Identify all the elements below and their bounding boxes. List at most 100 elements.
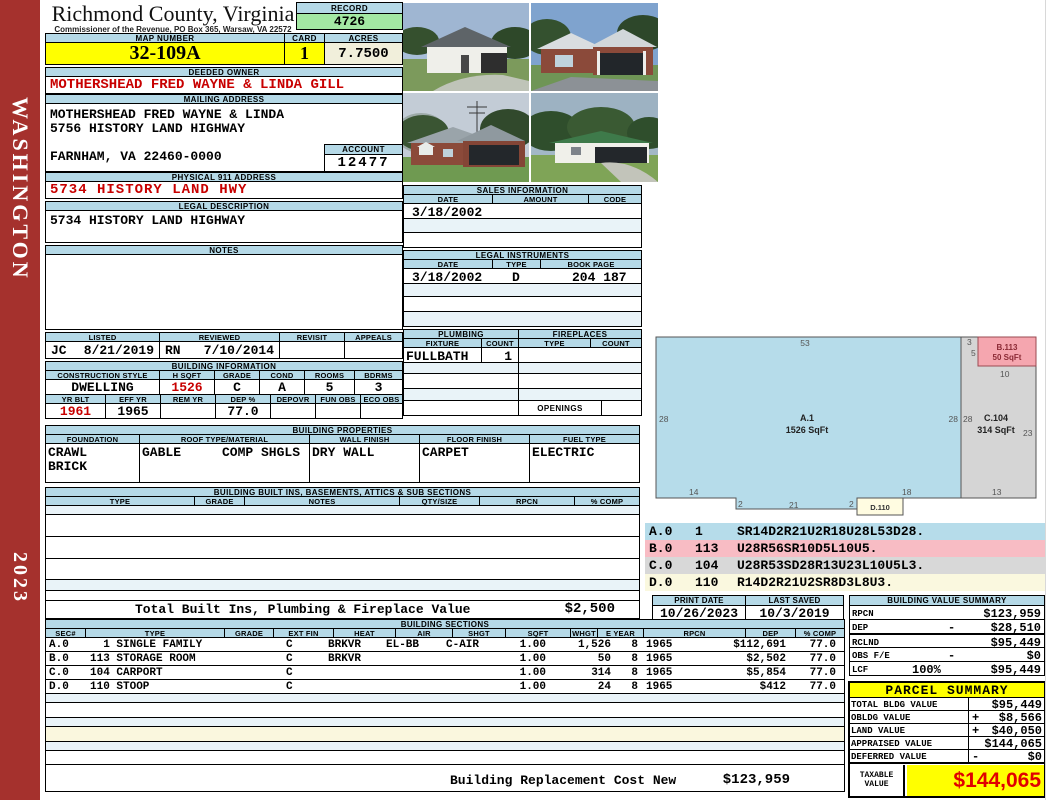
built-ins-total-label: Total Built Ins, Plumbing & Fireplace Va… [135,602,471,617]
sketch-string-num: 104 [695,558,719,573]
sec-cell: C [286,653,293,665]
legal-description-value: 5734 HISTORY LAND HIGHWAY [50,213,246,228]
parcel-row-land: LAND VALUE + $40,050 [850,724,1044,738]
sec-cell: 100% [841,639,844,651]
bvs-row-dep: DEP - $28,510 [849,619,1045,634]
sec-cell: C.0 [49,667,69,679]
sketch-b-label: B.113 [997,343,1018,352]
sections-empty-row [45,750,845,765]
parcel-op: + [972,711,980,725]
county-title: Richmond County, Virginia [51,1,295,26]
parcel-label: OBLDG VALUE [851,713,911,723]
parcel-summary-title: PARCEL SUMMARY [850,683,1044,698]
sketch-c-sqft: 314 SqFt [977,425,1015,435]
property-record-card: WASHINGTON 2023 Richmond County, Virgini… [0,0,1050,800]
parcel-row-obldg: OBLDG VALUE + $8,566 [850,711,1044,725]
parcel-label: LAND VALUE [851,726,906,736]
foundation-line-2: BRICK [48,459,88,474]
sketch-c-label: C.104 [984,413,1008,423]
sidebar-year-label: 2023 [9,552,31,604]
listed-by: JC [51,342,67,358]
sketch-string-num: 113 [695,541,719,556]
listed-value: JC 8/21/2019 [45,341,160,359]
built-ins-empty-row [45,558,640,580]
dim-28-left: 28 [659,414,669,424]
wall-finish-value: DRY WALL [312,445,375,460]
sec-cell: 1965 [646,681,673,693]
bdrms-value: 3 [354,379,403,395]
photo-grid [403,3,658,182]
roof-material-value: COMP SHGLS [222,445,301,460]
sec-cell: 8 [631,639,638,651]
openings-label-cell: OPENINGS [518,400,602,416]
sketch-string-row-a: A.0 1 SR14D2R21U2R18U28L53D28. [645,523,1045,540]
sec-cell: 100% [841,667,844,679]
plumbing-count-cell: 1 [481,347,519,363]
parcel-label: TOTAL BLDG VALUE [851,700,938,710]
hsqft-value: 1526 [159,379,215,395]
sec-cell: 104 CARPORT [90,667,163,679]
dim-53: 53 [800,338,810,348]
reviewed-value: RN 7/10/2014 [159,341,280,359]
section-row: C.0 104 CARPORT C 1.00 314 8 1965 $5,854… [45,665,845,680]
instrument-row: 3/18/2002 D 204 187 [403,268,642,284]
reviewed-date: 7/10/2014 [203,342,274,358]
page-edge-line [1045,0,1046,800]
sec-cell: 1965 [646,667,673,679]
parcel-row-deferred: DEFERRED VALUE - $0 [850,750,1044,764]
instr-date-value: 3/18/2002 [412,270,483,284]
taxable-label-line1: TAXABLE [859,771,894,780]
card-value: 1 [284,42,325,65]
parcel-value: $8,566 [998,711,1042,725]
plumbing-empty-row [403,373,519,389]
parcel-value: $40,050 [991,724,1042,738]
acres-value: 7.7500 [324,42,403,65]
sec-cell: 77.0 [809,681,836,693]
record-value: 4726 [296,13,403,30]
sec-cell: 314 [591,667,611,679]
bvs-pct: 100% [912,663,941,676]
mailing-line-2: 5756 HISTORY LAND HIGHWAY [50,121,246,136]
fixture-value: FULLBATH [406,349,469,363]
bvs-row-obs: OBS F/E - $0 [849,647,1045,662]
sketch-b-sqft: 50 SqFt [993,353,1022,362]
instr-empty-row [403,311,642,327]
sketch-string-num: 110 [695,575,719,590]
building-sketch: 53 28 28 28 3 5 10 23 13 14 2 21 2 18 A.… [655,336,1037,516]
bvs-value: $95,449 [990,663,1041,676]
parcel-label: DEFERRED VALUE [851,752,927,762]
dim-28-a-right: 28 [949,414,959,424]
sec-cell: 1,526 [577,639,611,651]
sec-cell: 50 [597,653,611,665]
parcel-row-appraised: APPRAISED VALUE $144,065 [850,737,1044,751]
sections-empty-row [45,702,845,718]
parcel-label: APPRAISED VALUE [851,739,933,749]
sketch-d-label: D.110 [870,503,890,512]
remyr-value [160,403,216,419]
fireplace-empty-row [518,373,642,389]
sec-cell: EL-BB [386,639,420,651]
property-photo-3 [403,93,529,182]
sec-cell: 1.00 [519,653,546,665]
sketch-string-path: SR14D2R21U2R18U28L53D28. [737,524,925,539]
sec-cell: C [286,667,293,679]
sections-empty-row [45,726,845,742]
sketch-a-label: A.1 [800,413,814,423]
bvs-row-rclnd: RCLND $95,449 [849,633,1045,648]
sec-cell: BRKVR [328,653,362,665]
cond-value: A [259,379,305,395]
parcel-op: + [972,724,980,738]
dim-2b: 2 [849,499,854,509]
sec-cell: 1.00 [519,667,546,679]
listed-date: 8/21/2019 [83,342,154,358]
sketch-string-path: R14D2R21U2SR8D3L8U3. [737,575,894,590]
sketch-string-sec: D.0 [649,575,673,590]
instr-empty-row [403,283,642,297]
map-number-value: 32-109A [45,42,285,65]
dim-3: 3 [967,337,972,347]
property-photo-2 [531,3,658,91]
ecoobs-value [360,403,403,419]
sketch-string-sec: C.0 [649,558,673,573]
taxable-label-cell: TAXABLE VALUE [850,765,905,796]
foundation-line-1: CRAWL [48,445,88,460]
